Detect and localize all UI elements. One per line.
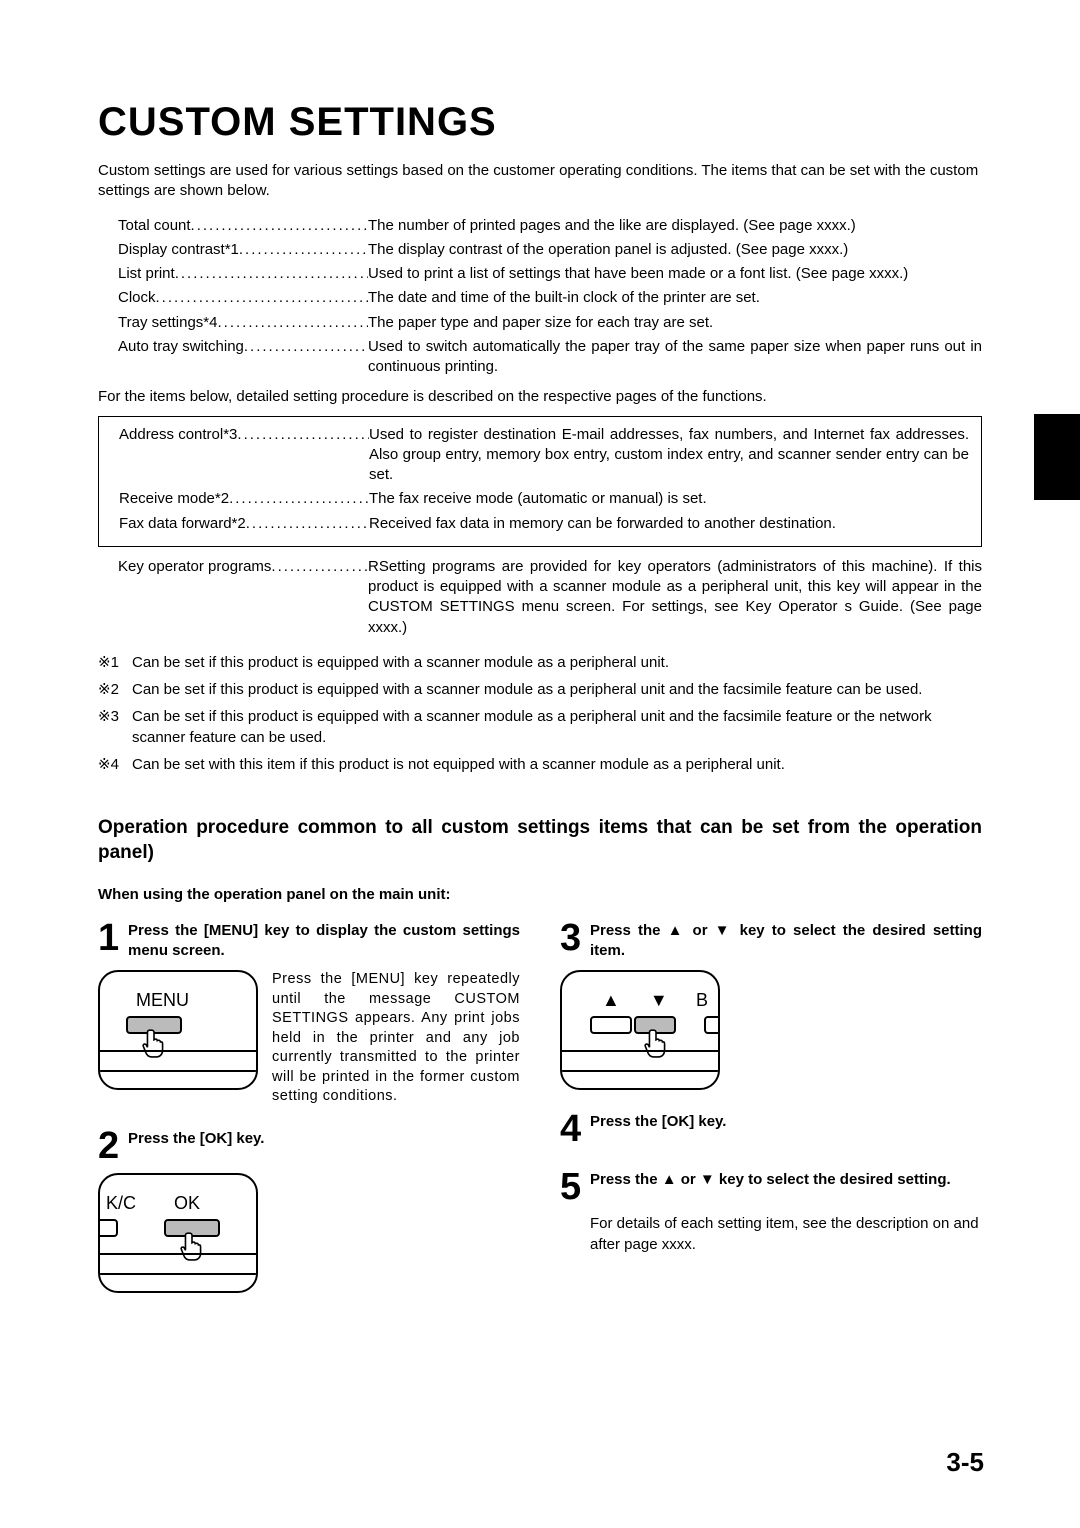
setting-label: Fax data forward*2 (119, 514, 246, 534)
leader-dots: ........................................… (244, 337, 368, 357)
setting-row: Total count ............................… (118, 216, 982, 236)
setting-label: Receive mode*2 (119, 489, 229, 509)
setting-desc: Used to register destination E-mail addr… (369, 425, 969, 486)
ok-panel-illustration: K/C OK (98, 1173, 258, 1293)
setting-row: Clock ..................................… (118, 288, 982, 308)
leader-dots: ........................................… (156, 288, 368, 308)
footnotes: ※1Can be set if this product is equipped… (98, 652, 982, 775)
setting-desc: The display contrast of the operation pa… (368, 240, 982, 260)
setting-label: Auto tray switching (118, 337, 244, 357)
boxed-settings: Address control*3 ......................… (98, 416, 982, 547)
setting-label: Clock (118, 288, 156, 308)
step-1-title: Press the [MENU] key to display the cust… (128, 921, 520, 960)
leader-dots: ........................................… (175, 264, 368, 284)
leader-dots: ........................................… (191, 216, 368, 236)
setting-desc: RSetting programs are provided for key o… (368, 557, 982, 638)
setting-label: Total count (118, 216, 191, 236)
setting-desc: The fax receive mode (automatic or manua… (369, 489, 969, 509)
step-number-3: 3 (560, 921, 590, 960)
setting-label: List print (118, 264, 175, 284)
setting-row: List print .............................… (118, 264, 982, 284)
page-number: 3-5 (946, 1447, 984, 1478)
leader-dots: ........................................… (229, 489, 369, 509)
setting-label: Address control*3 (119, 425, 237, 445)
step-1-desc: Press the [MENU] key repeatedly until th… (272, 970, 520, 1107)
footnote: ※3Can be set if this product is equipped… (98, 706, 982, 748)
setting-row: Key operator programs ..................… (118, 557, 982, 638)
setting-desc: Used to switch automatically the paper t… (368, 337, 982, 378)
footnote-mark: ※1 (98, 652, 132, 673)
footnote-text: Can be set with this item if this produc… (132, 754, 982, 775)
setting-desc: The date and time of the built-in clock … (368, 288, 982, 308)
step-5-note: For details of each setting item, see th… (590, 1214, 982, 1255)
footnote-text: Can be set if this product is equipped w… (132, 706, 982, 748)
step-5-title: Press the ▲ or ▼ key to select the desir… (590, 1170, 982, 1204)
setting-desc: Received fax data in memory can be forwa… (369, 514, 969, 534)
setting-row: Fax data forward*2 .....................… (119, 514, 969, 534)
right-key (704, 1016, 720, 1034)
up-key (590, 1016, 632, 1034)
setting-row: Display contrast*1 .....................… (118, 240, 982, 260)
intro-text: Custom settings are used for various set… (98, 161, 982, 202)
setting-row: Auto tray switching ....................… (118, 337, 982, 378)
leader-dots: ........................................… (239, 240, 368, 260)
footnote: ※4Can be set with this item if this prod… (98, 754, 982, 775)
page-title: CUSTOM SETTINGS (98, 100, 982, 145)
step-number-2: 2 (98, 1129, 128, 1163)
back-key (98, 1219, 118, 1237)
between-note: For the items below, detailed setting pr… (98, 387, 982, 407)
hand-pointer-icon (140, 1028, 168, 1058)
b-label: B (696, 990, 708, 1011)
footnote-text: Can be set if this product is equipped w… (132, 679, 982, 700)
setting-desc: The paper type and paper size for each t… (368, 313, 982, 333)
leader-dots: ........................................… (246, 514, 369, 534)
settings-list-3: Key operator programs ..................… (118, 557, 982, 638)
leader-dots: ........................................… (218, 313, 369, 333)
footnote-mark: ※3 (98, 706, 132, 748)
footnote: ※1Can be set if this product is equipped… (98, 652, 982, 673)
step-number-4: 4 (560, 1112, 590, 1146)
ok-label: OK (174, 1193, 200, 1214)
hand-pointer-icon (178, 1231, 206, 1261)
footnote-mark: ※2 (98, 679, 132, 700)
right-column: 3 Press the ▲ or ▼ key to select the des… (560, 921, 982, 1315)
setting-label: Tray settings*4 (118, 313, 218, 333)
procedure-subhead: When using the operation panel on the ma… (98, 886, 982, 903)
procedure-heading: Operation procedure common to all custom… (98, 815, 982, 866)
setting-row: Receive mode*2 .........................… (119, 489, 969, 509)
footnote-mark: ※4 (98, 754, 132, 775)
footnote-text: Can be set if this product is equipped w… (132, 652, 982, 673)
step-2-title: Press the [OK] key. (128, 1129, 520, 1163)
settings-list-1: Total count ............................… (118, 216, 982, 378)
setting-row: Tray settings*4 ........................… (118, 313, 982, 333)
back-c-label: K/C (106, 1193, 136, 1214)
setting-label: Display contrast*1 (118, 240, 239, 260)
setting-desc: The number of printed pages and the like… (368, 216, 982, 236)
leader-dots: ........................................… (237, 425, 369, 445)
step-number-1: 1 (98, 921, 128, 960)
left-column: 1 Press the [MENU] key to display the cu… (98, 921, 520, 1315)
menu-label: MENU (136, 990, 189, 1011)
arrow-panel-illustration: ▲▼ B (560, 970, 720, 1090)
setting-row: Address control*3 ......................… (119, 425, 969, 486)
section-tab (1034, 414, 1080, 500)
step-3-title: Press the ▲ or ▼ key to select the desir… (590, 921, 982, 960)
footnote: ※2Can be set if this product is equipped… (98, 679, 982, 700)
step-4-title: Press the [OK] key. (590, 1112, 982, 1146)
step-number-5: 5 (560, 1170, 590, 1204)
leader-dots: ........................................… (271, 557, 368, 577)
setting-label: Key operator programs (118, 557, 271, 577)
hand-pointer-icon (642, 1028, 670, 1058)
setting-desc: Used to print a list of settings that ha… (368, 264, 982, 284)
arrow-labels: ▲▼ (602, 990, 698, 1011)
menu-panel-illustration: MENU (98, 970, 258, 1090)
